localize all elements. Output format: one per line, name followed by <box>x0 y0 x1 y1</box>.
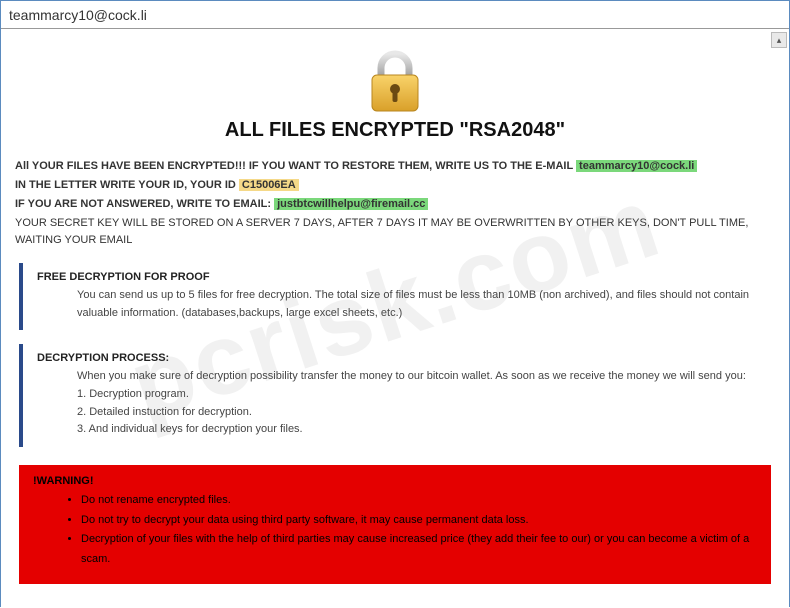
lock-icon-wrap <box>15 49 775 113</box>
intro-text-2: IN THE LETTER WRITE YOUR ID, YOUR ID <box>15 179 239 191</box>
message-window: teammarcy10@cock.li ▴ pcrisk.com <box>0 0 790 607</box>
warning-box: !WARNING! Do not rename encrypted files.… <box>19 465 771 584</box>
process-step-3: 3. And individual keys for decryption yo… <box>77 421 761 439</box>
chevron-up-icon: ▴ <box>777 35 782 46</box>
decryption-process-body: When you make sure of decryption possibi… <box>37 368 761 438</box>
lock-icon <box>366 49 424 113</box>
decryption-process-section: DECRYPTION PROCESS: When you make sure o… <box>19 344 771 446</box>
free-decryption-body: You can send us up to 5 files for free d… <box>37 287 761 322</box>
email-secondary: justbtcwillhelpu@firemail.cc <box>274 198 428 210</box>
process-step-1: 1. Decryption program. <box>77 386 761 404</box>
intro-line-1: All YOUR FILES HAVE BEEN ENCRYPTED!!! IF… <box>15 158 775 175</box>
free-decryption-section: FREE DECRYPTION FOR PROOF You can send u… <box>19 263 771 330</box>
warning-list: Do not rename encrypted files. Do not tr… <box>33 491 757 570</box>
main-heading: ALL FILES ENCRYPTED "RSA2048" <box>15 119 775 142</box>
email-primary: teammarcy10@cock.li <box>576 160 697 172</box>
warning-item-1: Do not rename encrypted files. <box>81 491 757 511</box>
warning-item-2: Do not try to decrypt your data using th… <box>81 511 757 531</box>
process-intro: When you make sure of decryption possibi… <box>77 368 761 386</box>
decryption-process-title: DECRYPTION PROCESS: <box>37 352 761 364</box>
window-titlebar[interactable]: teammarcy10@cock.li <box>1 1 789 29</box>
intro-text-3: IF YOU ARE NOT ANSWERED, WRITE TO EMAIL: <box>15 198 274 210</box>
window-title: teammarcy10@cock.li <box>9 7 147 23</box>
intro-line-3: IF YOU ARE NOT ANSWERED, WRITE TO EMAIL:… <box>15 196 775 213</box>
victim-id: C15006EA <box>239 179 299 191</box>
message-body: pcrisk.com ALL FILES ENCRYPTED "RSA2048" <box>1 29 789 608</box>
warning-item-3: Decryption of your files with the help o… <box>81 530 757 570</box>
intro-line-4: YOUR SECRET KEY WILL BE STORED ON A SERV… <box>15 215 775 249</box>
process-step-2: 2. Detailed instuction for decryption. <box>77 404 761 422</box>
free-decryption-title: FREE DECRYPTION FOR PROOF <box>37 271 761 283</box>
scroll-up-button[interactable]: ▴ <box>771 32 787 48</box>
warning-title: !WARNING! <box>33 475 757 487</box>
intro-line-2: IN THE LETTER WRITE YOUR ID, YOUR ID C15… <box>15 177 775 194</box>
intro-text-1: All YOUR FILES HAVE BEEN ENCRYPTED!!! IF… <box>15 160 576 172</box>
